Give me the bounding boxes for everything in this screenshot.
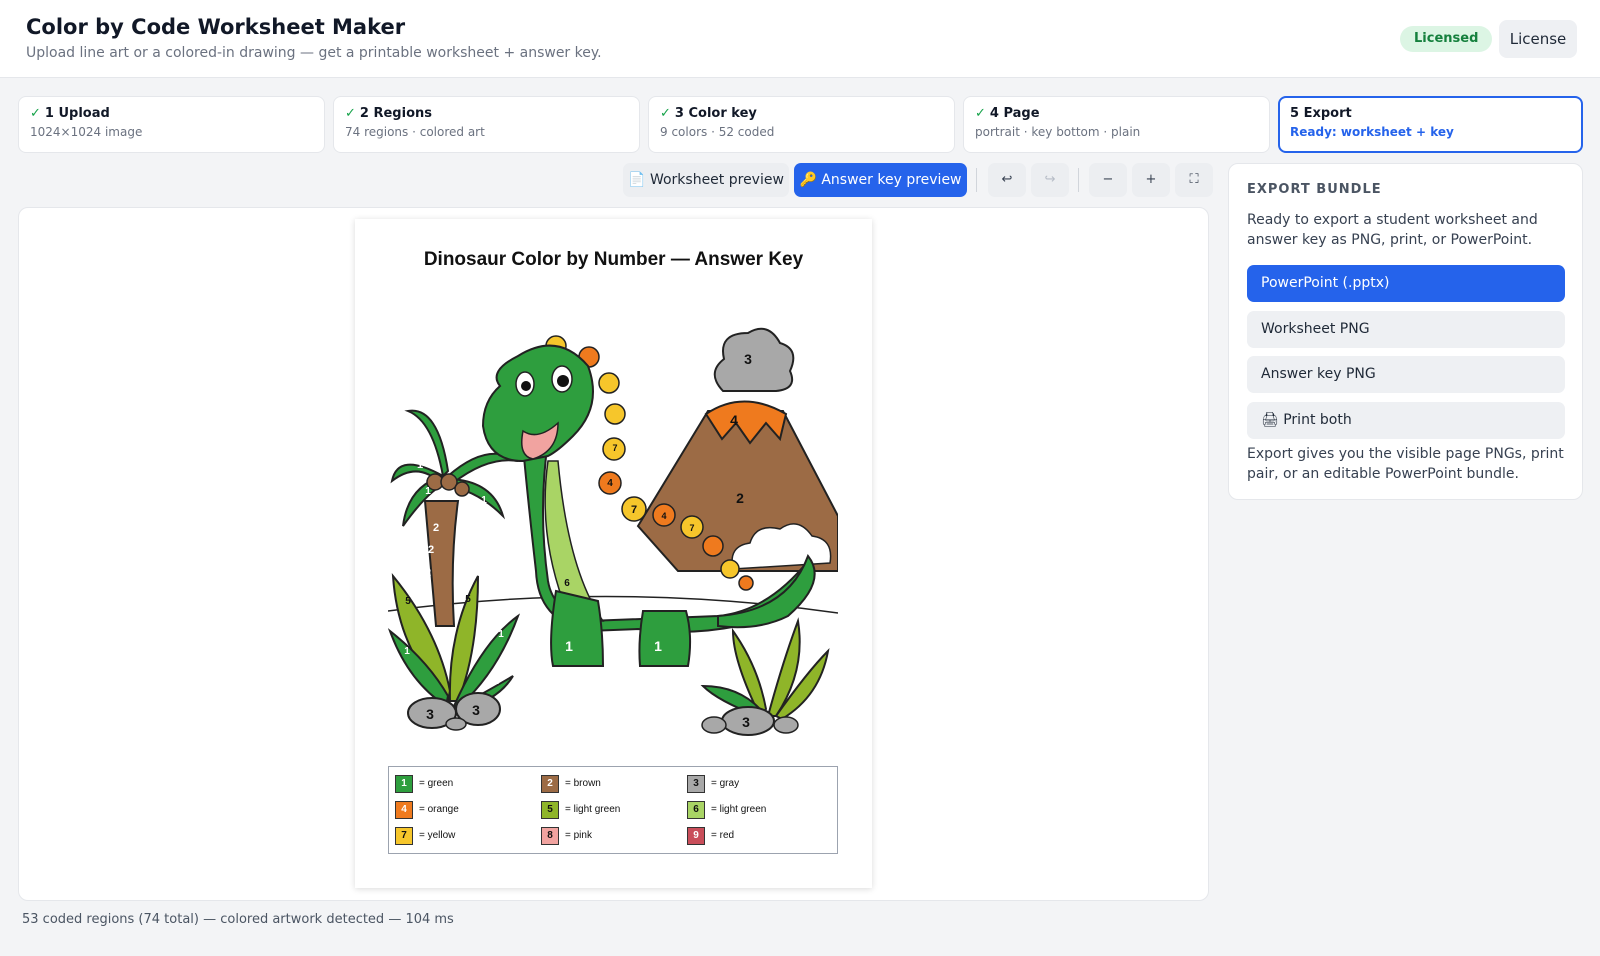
svg-text:1: 1 <box>654 638 662 654</box>
svg-text:1: 1 <box>481 495 487 506</box>
worksheet-preview-button[interactable]: 📄 Worksheet preview <box>623 163 789 197</box>
step-title: 5 Export <box>1290 106 1352 121</box>
legend-swatch: 6 <box>687 801 705 819</box>
print-both-button[interactable]: 🖨 Print both <box>1247 402 1565 439</box>
export-worksheet-png-button[interactable]: Worksheet PNG <box>1247 311 1565 348</box>
export-answer-key-png-button[interactable]: Answer key PNG <box>1247 356 1565 393</box>
step-page[interactable]: ✓ 4 Page portrait · key bottom · plain <box>963 96 1270 153</box>
answer-key-page: Dinosaur Color by Number — Answer Key 3 … <box>355 219 872 888</box>
page-title: Dinosaur Color by Number — Answer Key <box>423 249 804 270</box>
svg-text:1: 1 <box>425 486 431 497</box>
panel-title: EXPORT BUNDLE <box>1247 182 1382 197</box>
legend-swatch: 8 <box>541 827 559 845</box>
svg-text:7: 7 <box>612 443 617 453</box>
svg-text:4: 4 <box>607 478 613 489</box>
export-note: Export gives you the visible page PNGs, … <box>1247 446 1564 482</box>
svg-text:3: 3 <box>744 351 752 367</box>
legend-swatch: 3 <box>687 775 705 793</box>
svg-text:4: 4 <box>661 511 666 521</box>
svg-text:1: 1 <box>481 466 487 478</box>
legend-swatch: 2 <box>541 775 559 793</box>
svg-text:1: 1 <box>446 439 452 451</box>
svg-text:5: 5 <box>465 594 471 605</box>
legend-swatch: 7 <box>395 827 413 845</box>
license-button[interactable]: License <box>1499 20 1577 58</box>
step-subtitle: Ready: worksheet + key <box>1290 125 1454 139</box>
check-icon: ✓ <box>345 106 356 121</box>
legend-swatch: 9 <box>687 827 705 845</box>
app-title: Color by Code Worksheet Maker <box>26 15 406 39</box>
svg-text:3: 3 <box>426 706 434 722</box>
svg-text:5: 5 <box>405 596 411 607</box>
svg-text:2: 2 <box>433 522 439 534</box>
step-export[interactable]: 5 Export Ready: worksheet + key <box>1278 96 1583 153</box>
svg-text:1: 1 <box>417 459 423 471</box>
legend-swatch: 5 <box>541 801 559 819</box>
export-panel: EXPORT BUNDLE Ready to export a student … <box>1228 163 1583 500</box>
legend-swatch: 4 <box>395 801 413 819</box>
svg-text:1: 1 <box>622 553 630 569</box>
svg-text:1: 1 <box>493 676 499 687</box>
zoom-out-icon[interactable]: − <box>1089 163 1127 197</box>
panel-description: Ready to export a student worksheet and … <box>1247 212 1538 248</box>
color-key-legend: 1 = green 2 = brown 3 = gray 4 = orange … <box>388 766 838 854</box>
step-subtitle: 74 regions · colored art <box>345 125 485 139</box>
toolbar-divider <box>1078 168 1079 192</box>
step-title: 4 Page <box>989 106 1040 121</box>
legend-label: = light green <box>711 804 767 815</box>
svg-text:3: 3 <box>472 702 480 718</box>
check-icon: ✓ <box>975 106 986 121</box>
step-subtitle: portrait · key bottom · plain <box>975 125 1141 139</box>
step-upload[interactable]: ✓ 1 Upload 1024×1024 image <box>18 96 325 153</box>
answer-key-preview-button[interactable]: 🔑 Answer key preview <box>794 163 967 197</box>
check-icon: ✓ <box>660 106 671 121</box>
step-title: 3 Color key <box>674 106 757 121</box>
undo-icon[interactable]: ↩ <box>988 163 1026 197</box>
dinosaur-artwork: 3 4 2 1 6 1 1 3 3 3 1 1 1 1 1 2 2 2 5 5 … <box>388 327 838 736</box>
legend-swatch: 1 <box>395 775 413 793</box>
svg-text:4: 4 <box>730 412 738 428</box>
step-title: 2 Regions <box>359 106 432 121</box>
step-subtitle: 9 colors · 52 coded <box>660 125 775 139</box>
step-regions[interactable]: ✓ 2 Regions 74 regions · colored art <box>333 96 640 153</box>
svg-text:2: 2 <box>428 544 434 556</box>
legend-label: = pink <box>565 830 592 841</box>
app-subtitle: Upload line art or a colored-in drawing … <box>26 45 602 61</box>
status-line: 53 coded regions (74 total) — colored ar… <box>22 912 454 927</box>
legend-label: = light green <box>565 804 621 815</box>
zoom-in-icon[interactable]: + <box>1132 163 1170 197</box>
legend-label: = green <box>419 778 454 789</box>
svg-text:1: 1 <box>404 646 410 657</box>
svg-text:2: 2 <box>736 490 744 506</box>
app-header: Color by Code Worksheet Maker Upload lin… <box>0 0 1600 78</box>
export-pptx-button[interactable]: PowerPoint (.pptx) <box>1247 265 1565 302</box>
toolbar-divider <box>976 168 977 192</box>
svg-text:1: 1 <box>565 638 573 654</box>
check-icon: ✓ <box>30 106 41 121</box>
legend-label: = gray <box>711 778 740 789</box>
svg-text:2: 2 <box>425 567 431 579</box>
redo-icon[interactable]: ↪ <box>1031 163 1069 197</box>
step-subtitle: 1024×1024 image <box>30 125 143 139</box>
legend-label: = yellow <box>419 830 456 841</box>
legend-label: = brown <box>565 778 601 789</box>
svg-text:6: 6 <box>564 578 570 589</box>
step-title: 1 Upload <box>44 106 110 121</box>
licensed-badge: Licensed <box>1400 26 1493 52</box>
legend-label: = orange <box>419 804 459 815</box>
legend-label: = red <box>711 830 735 841</box>
svg-text:7: 7 <box>631 504 637 516</box>
fullscreen-icon[interactable]: ⛶ <box>1175 163 1213 197</box>
step-color-key[interactable]: ✓ 3 Color key 9 colors · 52 coded <box>648 96 955 153</box>
svg-text:1: 1 <box>498 629 504 640</box>
svg-text:3: 3 <box>742 714 750 730</box>
svg-text:7: 7 <box>689 523 694 533</box>
